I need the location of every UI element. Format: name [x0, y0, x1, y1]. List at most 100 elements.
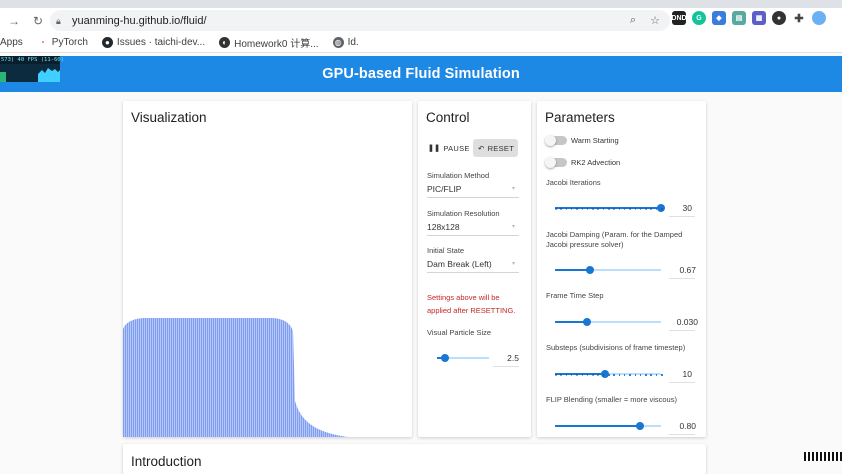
reset-label: RESET [487, 143, 515, 153]
fps-readout: 573) 40 FPS (11-60) [1, 57, 64, 63]
reset-note-line1: Settings above will be [427, 293, 500, 302]
chevron-down-icon: ▾ [512, 261, 516, 267]
slider-tick [565, 373, 568, 376]
rk2-advection-label: RK2 Advection [571, 158, 621, 167]
forward-icon[interactable]: → [6, 13, 22, 29]
slider-tick [618, 373, 621, 376]
pause-label: PAUSE [443, 143, 470, 153]
slider-tick [555, 207, 557, 210]
slider-tick [560, 207, 562, 210]
zoom-icon[interactable]: ⌕ [626, 14, 640, 27]
slider-tick [555, 373, 557, 376]
slider-tick [623, 207, 626, 210]
pause-icon: ❚❚ [428, 145, 441, 152]
control-card: Control ❚❚ PAUSE ↶ RESET Simulation Meth… [418, 101, 531, 437]
slider-tick [586, 373, 589, 376]
slider-tick [581, 373, 583, 376]
particle-size-value[interactable]: 2.5 [491, 353, 519, 363]
bookmark-homework[interactable]: ◐ Homework0 计算... [219, 35, 319, 50]
extension-icon[interactable]: ● [772, 11, 786, 25]
simulation-resolution-label: Simulation Resolution [427, 209, 500, 218]
jacobi-damping-value[interactable]: 0.67 [668, 265, 696, 275]
value-underline [669, 278, 695, 279]
reload-icon[interactable]: ↻ [30, 13, 46, 29]
grammarly-extension-icon[interactable]: G [692, 11, 706, 25]
undo-icon: ↶ [478, 143, 485, 153]
profile-avatar-icon[interactable] [812, 11, 826, 25]
globe-icon: ◍ [332, 37, 344, 48]
jacobi-iterations-value[interactable]: 30 [664, 203, 692, 213]
slider-tick [570, 207, 573, 210]
parameters-title: Parameters [545, 110, 615, 125]
bookmarks-bar: Apps ◔ PyTorch ● Issues · taichi-dev... … [0, 33, 842, 53]
jacobi-damping-slider-fill [555, 269, 590, 271]
fps-graph [0, 64, 60, 82]
pause-button[interactable]: ❚❚ PAUSE [423, 139, 475, 157]
bookmark-pytorch[interactable]: ◔ PyTorch [37, 37, 88, 48]
slider-tick [629, 207, 631, 210]
slider-tick [592, 207, 594, 210]
simulation-method-select[interactable]: PIC/FLIP [427, 184, 461, 194]
slider-tick [655, 207, 658, 210]
extension-icon[interactable]: ▦ [752, 11, 766, 25]
switch-knob [545, 157, 556, 168]
url-text: yuanming-hu.github.io/fluid/ [72, 14, 207, 27]
visualization-card: Visualization [123, 101, 412, 437]
jacobi-damping-slider-thumb[interactable] [585, 266, 594, 274]
substeps-label: Substeps (subdivisions of frame timestep… [546, 343, 686, 352]
value-underline [669, 216, 695, 217]
browser-tab-strip [0, 0, 842, 8]
slider-tick [634, 207, 636, 210]
chevron-down-icon: ▾ [512, 186, 516, 192]
flip-blending-slider-thumb[interactable] [635, 422, 644, 430]
slider-tick [576, 207, 578, 210]
slider-tick [602, 373, 605, 376]
dnd-extension-icon[interactable]: DND [671, 11, 687, 25]
particle-size-slider-thumb[interactable] [440, 354, 449, 362]
flip-blending-value[interactable]: 0.80 [668, 421, 696, 431]
bookmark-issues[interactable]: ● Issues · taichi-dev... [101, 37, 205, 48]
reset-button[interactable]: ↶ RESET [473, 139, 518, 157]
bookmark-star-icon[interactable]: ☆ [648, 14, 662, 27]
select-underline [427, 197, 519, 198]
slider-tick [608, 207, 610, 210]
slider-tick [650, 373, 652, 376]
value-underline [669, 330, 695, 331]
frame-time-step-slider-thumb[interactable] [582, 318, 591, 326]
slider-tick [570, 373, 573, 376]
frame-time-step-label: Frame Time Step [546, 291, 604, 300]
bookmark-apps[interactable]: Apps [0, 37, 23, 48]
slider-tick [618, 207, 621, 210]
qr-code-icon [804, 452, 842, 461]
simulation-resolution-select[interactable]: 128x128 [427, 222, 460, 232]
extension-icon[interactable]: ▤ [732, 11, 746, 25]
bookmark-label: Id. [347, 37, 359, 48]
frame-time-step-value[interactable]: 0.030 [670, 317, 698, 327]
initial-state-select[interactable]: Dam Break (Left) [427, 259, 492, 269]
extension-icon[interactable]: ◆ [712, 11, 726, 25]
parameters-card: Parameters Warm Starting RK2 Advection J… [537, 101, 706, 437]
value-underline [669, 434, 695, 435]
switch-knob [545, 135, 556, 146]
initial-state-label: Initial State [427, 246, 465, 255]
slider-tick [661, 373, 663, 376]
fluid-canvas[interactable] [123, 101, 412, 437]
bookmark-id[interactable]: ◍ Id. [332, 37, 359, 48]
page-icon: ◐ [219, 37, 231, 48]
flip-blending-label: FLIP Blending (smaller = more viscous) [546, 395, 677, 404]
reset-note-line2: applied after RESETTING. [427, 306, 516, 315]
slider-tick [602, 207, 605, 210]
bookmark-label: PyTorch [51, 37, 88, 48]
app-title: GPU-based Fluid Simulation [322, 66, 520, 82]
puzzle-extensions-icon[interactable]: ✚ [792, 11, 806, 25]
slider-tick [608, 373, 610, 376]
flip-blending-slider-fill [555, 425, 640, 427]
pytorch-icon: ◔ [39, 38, 45, 47]
lock-icon: 🔒︎ [56, 15, 61, 26]
github-icon: ● [101, 37, 113, 48]
introduction-title: Introduction [131, 454, 202, 469]
slider-tick [560, 373, 562, 376]
address-bar[interactable]: 🔒︎ yuanming-hu.github.io/fluid/ ⌕ ☆ [50, 10, 670, 31]
slider-tick [650, 207, 652, 210]
substeps-value[interactable]: 10 [664, 369, 692, 379]
